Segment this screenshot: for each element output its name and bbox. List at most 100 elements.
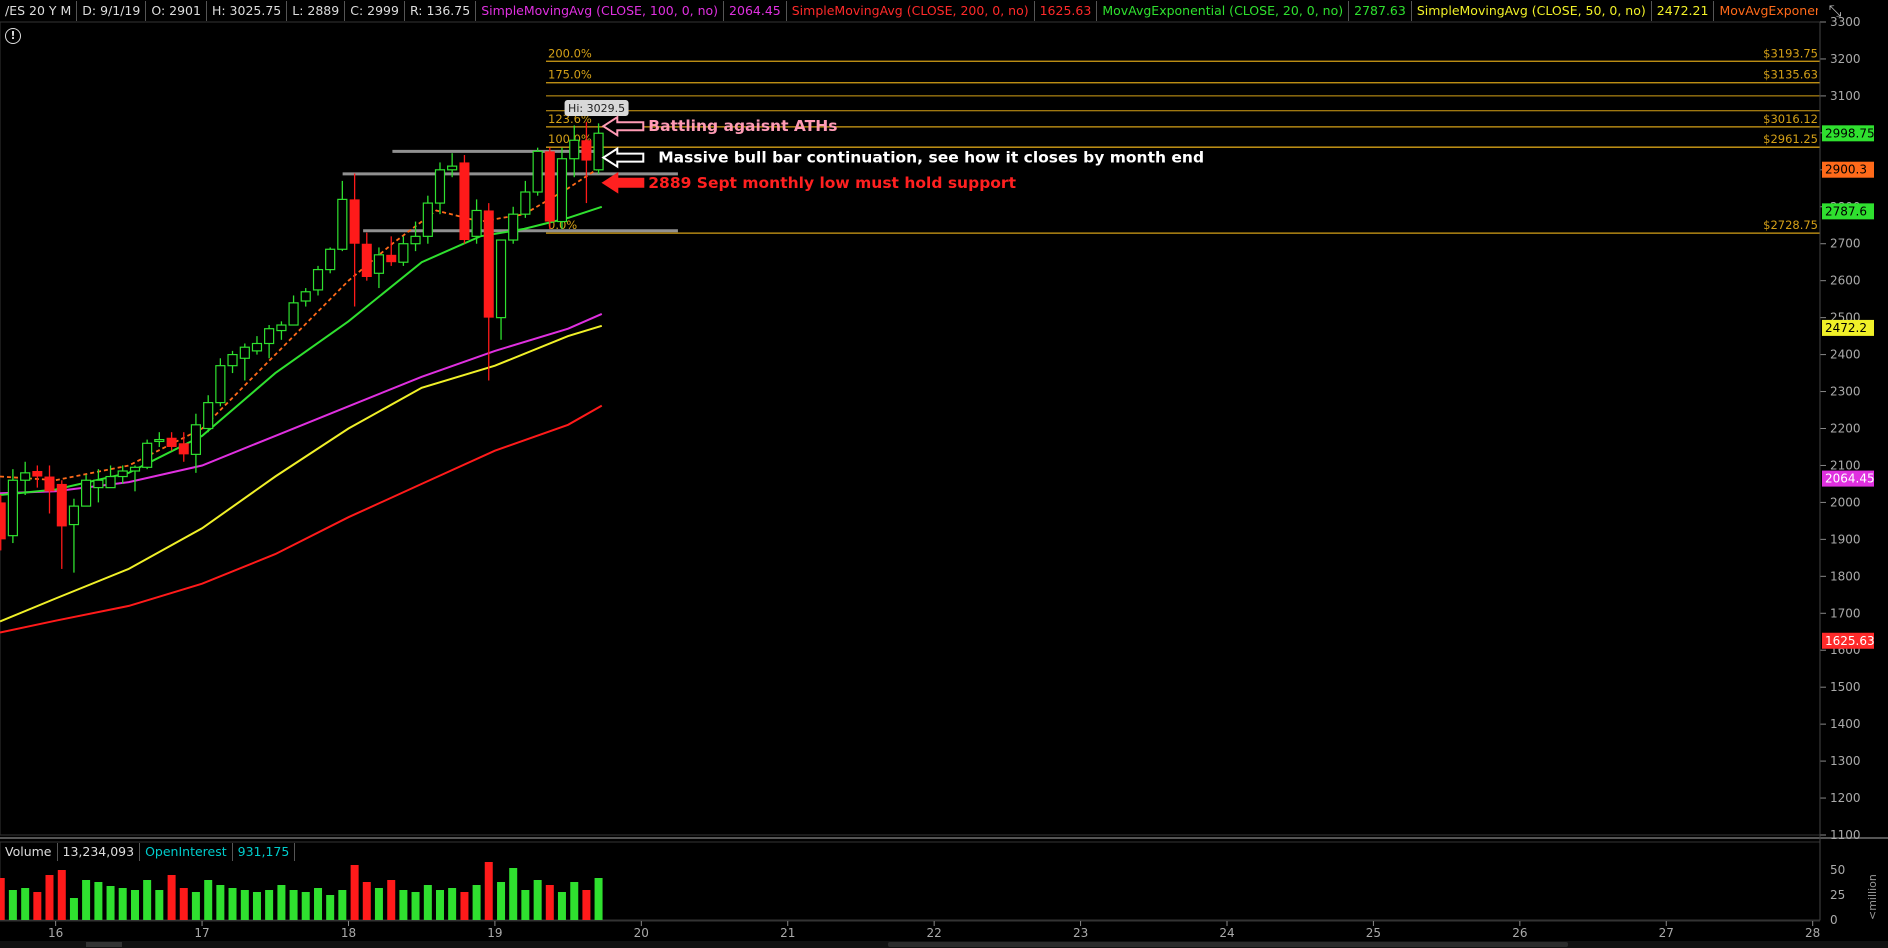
price-chart[interactable]: 200.0% $3193.75175.0% $3135.63123.6% $3016.… <box>0 0 1888 948</box>
study-label[interactable]: SimpleMovingAvg (CLOSE, 200, 0, no) <box>787 1 1035 21</box>
header-open: O: 2901 <box>146 1 207 21</box>
y-tick-label: 2000 <box>1830 495 1861 509</box>
candle-body-up <box>410 235 421 245</box>
x-tick-label: 17 <box>194 926 209 940</box>
volume-bar <box>240 890 249 920</box>
candle-body-up <box>68 505 80 526</box>
openinterest-label: OpenInterest <box>140 843 233 861</box>
scrollbar-thumb[interactable] <box>888 942 1568 947</box>
close-icon[interactable]: ⤡ <box>1826 2 1844 20</box>
annotation-text: 2889 Sept monthly low must hold support <box>648 174 1016 192</box>
volume-bar <box>557 892 566 920</box>
x-tick-label: 19 <box>487 926 502 940</box>
volume-bar <box>130 890 139 920</box>
candle-body-down <box>483 210 494 318</box>
y-tick-label: 2600 <box>1830 274 1861 288</box>
hi-label: Hi: 3029.5 <box>568 102 625 115</box>
price-label: 2787.6 <box>1825 204 1867 218</box>
y-tick-label: 1100 <box>1830 828 1861 842</box>
volume-bar <box>118 888 127 920</box>
candle-body-down <box>544 151 555 222</box>
x-tick-label: 27 <box>1659 926 1674 940</box>
volume-bar <box>8 890 17 920</box>
fib-price-label: $3135.63 <box>1763 68 1818 82</box>
y-tick-label: 3100 <box>1830 89 1861 103</box>
annotation-arrow <box>601 115 645 138</box>
volume-bar <box>350 865 359 920</box>
x-tick-label: 25 <box>1366 926 1381 940</box>
candle-body-up <box>7 479 18 537</box>
x-tick-label: 28 <box>1805 926 1820 940</box>
volume-bar <box>69 898 78 920</box>
fib-pct-label: 175.0% <box>548 68 592 82</box>
candle-body-down <box>349 199 360 244</box>
volume-bar <box>265 890 274 920</box>
candle-body-up <box>447 165 458 171</box>
y-tick-label: 2300 <box>1830 385 1861 399</box>
fib-price-label: $3016.12 <box>1763 112 1818 126</box>
info-icon[interactable]: ! <box>5 28 21 44</box>
price-label: 2998.75 <box>1825 126 1875 140</box>
volume-bar <box>0 878 5 920</box>
candle-body-up <box>593 132 604 171</box>
x-tick-label: 22 <box>927 926 942 940</box>
header-symbol: /ES 20 Y M <box>0 1 78 21</box>
candle-body-up <box>93 479 104 489</box>
candle-body-up <box>471 209 482 237</box>
fib-price-label: $2961.25 <box>1763 132 1818 146</box>
header-date: D: 9/1/19 <box>77 1 147 21</box>
candle-body-up <box>300 291 311 302</box>
annotation-arrow <box>601 146 645 169</box>
volume-bar <box>191 892 200 920</box>
x-tick-label: 16 <box>48 926 63 940</box>
volume-bar <box>155 890 164 920</box>
volume-bar <box>167 875 176 920</box>
y-tick-label: 1700 <box>1830 606 1861 620</box>
study-value: 2064.45 <box>724 1 787 21</box>
volume-bar <box>326 895 335 920</box>
candle-body-up <box>276 324 287 332</box>
volume-bar <box>143 880 152 920</box>
volume-bar <box>33 892 42 920</box>
volume-tick-label: 25 <box>1830 888 1845 902</box>
candle-body-up <box>434 169 446 204</box>
x-tick-label: 26 <box>1512 926 1527 940</box>
scroll-left-segment[interactable] <box>86 942 122 947</box>
y-tick-label: 1800 <box>1830 569 1861 583</box>
volume-bar <box>399 890 408 920</box>
y-tick-label: 1300 <box>1830 754 1861 768</box>
candle-body-up <box>520 191 531 215</box>
openinterest-value: 931,175 <box>233 843 296 861</box>
candle-body-up <box>251 342 263 352</box>
candle-body-down <box>178 443 189 455</box>
volume-bar <box>82 880 91 920</box>
volume-bar <box>545 885 554 920</box>
volume-tick-label: 50 <box>1830 863 1845 877</box>
study-label[interactable]: MovAvgExponential (CLOSE, 20, 0, no) <box>1097 1 1350 21</box>
volume-bar <box>423 885 432 920</box>
volume-bar <box>45 875 54 920</box>
candle-body-up <box>532 150 543 193</box>
volume-unit-label: <million <box>1866 874 1879 920</box>
volume-bar <box>374 888 383 920</box>
volume-bar <box>484 862 493 920</box>
annotation-text: Massive bull bar continuation, see how i… <box>658 149 1204 167</box>
price-label: 2900.3 <box>1825 163 1867 177</box>
header-close: C: 2999 <box>345 1 405 21</box>
volume-label: Volume <box>0 843 58 861</box>
study-label[interactable]: SimpleMovingAvg (CLOSE, 100, 0, no) <box>476 1 725 21</box>
volume-bar <box>570 882 579 920</box>
study-label[interactable]: MovAvgExponential (CLOSE, 8, 0, no) <box>1714 1 1818 21</box>
candle-body-up <box>569 139 580 160</box>
ema8-line <box>0 165 603 482</box>
study-value: 2787.63 <box>1349 1 1412 21</box>
volume-bar <box>472 885 481 920</box>
study-label[interactable]: SimpleMovingAvg (CLOSE, 50, 0, no) <box>1412 1 1652 21</box>
candle-body-up <box>80 479 92 507</box>
study-value: 2472.21 <box>1652 1 1715 21</box>
price-label: 1625.63 <box>1825 634 1875 648</box>
price-panel-frame <box>0 21 1821 836</box>
candle-body-up <box>422 202 433 237</box>
candle-body-up <box>373 254 385 274</box>
candle-body-up <box>264 328 275 345</box>
